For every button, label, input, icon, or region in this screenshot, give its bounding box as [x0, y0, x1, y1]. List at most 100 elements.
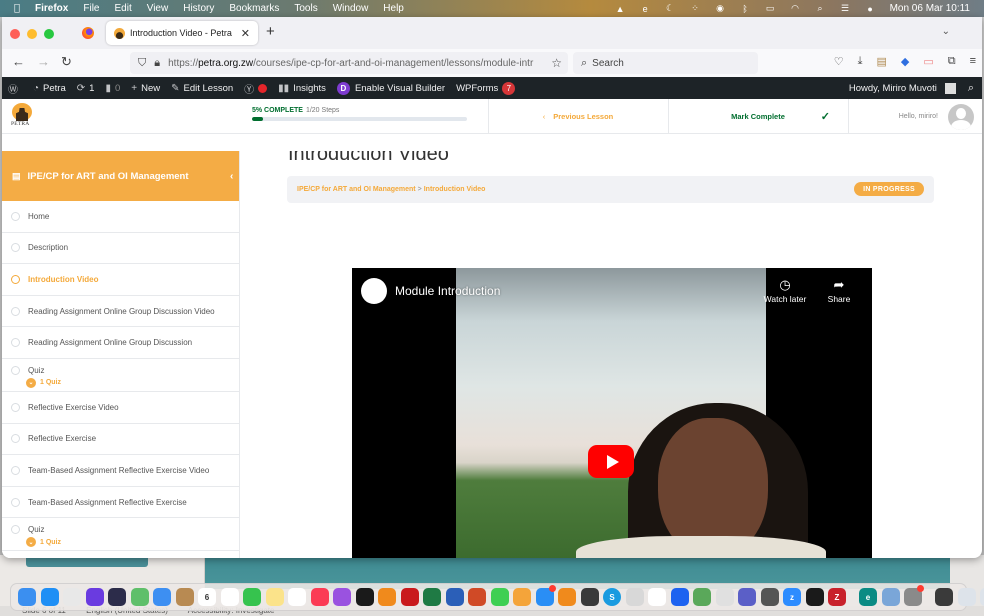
- menu-window[interactable]: Window: [333, 3, 369, 14]
- menu-edit[interactable]: Edit: [114, 3, 131, 14]
- dock-music-icon[interactable]: [310, 588, 329, 606]
- dock-font-book-icon[interactable]: [625, 588, 644, 606]
- dock-help-icon[interactable]: [715, 588, 734, 606]
- channel-avatar[interactable]: [361, 278, 387, 304]
- youtube-video-player[interactable]: Module Introduction ◷ Watch later ➦ Shar…: [352, 268, 872, 558]
- sidebar-lesson-item[interactable]: Team-Based Assignment Reflective Exercis…: [2, 487, 239, 519]
- sidebar-lesson-item[interactable]: Description: [2, 233, 239, 265]
- dock-terminal-icon[interactable]: [805, 588, 824, 606]
- sidebar-lesson-item[interactable]: Reading Assignment Online Group Discussi…: [2, 327, 239, 359]
- dock-numbers-icon[interactable]: [220, 588, 239, 606]
- edit-lesson-link[interactable]: ✎ Edit Lesson: [171, 83, 233, 94]
- spotlight-icon[interactable]: ⌕: [815, 3, 826, 14]
- extensions-puzzle-icon[interactable]: ⧉: [948, 55, 956, 68]
- pocket-icon[interactable]: ♡: [834, 55, 844, 68]
- enable-visual-builder-link[interactable]: D Enable Visual Builder: [336, 81, 445, 95]
- sidebar-lesson-item[interactable]: Team-Based Assignment Reflective Exercis…: [2, 455, 239, 487]
- wpforms-link[interactable]: WPForms 7: [456, 81, 516, 95]
- dock-reminders-icon[interactable]: [648, 588, 666, 606]
- course-title-header[interactable]: ▤ IPE/CP for ART and OI Management ‹: [2, 151, 239, 201]
- dock-books-icon[interactable]: [558, 588, 576, 606]
- dock-system-settings-icon[interactable]: [904, 585, 924, 606]
- dock-apple-tv-icon[interactable]: [355, 588, 374, 606]
- dock-calculator-icon[interactable]: [760, 588, 779, 606]
- sidebar-lesson-item[interactable]: Quiz ⌄ 1 Quiz: [2, 518, 239, 552]
- dock-firefox-icon[interactable]: [85, 588, 104, 606]
- minimize-window-button[interactable]: [27, 29, 37, 39]
- tab-introduction-video[interactable]: Introduction Video - Petra ✕: [106, 21, 258, 45]
- dock-excel-icon[interactable]: [423, 588, 441, 606]
- sidebar-lesson-item[interactable]: Introduction Video: [2, 264, 239, 296]
- search-input[interactable]: ⌕ Search: [573, 52, 758, 74]
- app-status-icon[interactable]: ◉: [715, 3, 726, 14]
- moon-icon[interactable]: ☾: [665, 3, 676, 14]
- admin-search-icon[interactable]: ⌕: [968, 82, 974, 95]
- dock-zotero-icon[interactable]: Z: [828, 588, 846, 606]
- dock-zoom-icon[interactable]: z: [783, 588, 801, 606]
- url-bar[interactable]: ⛉ 🔒︎ https://petra.org.zw/courses/ipe-cp…: [130, 52, 568, 74]
- dock-powerpoint-icon[interactable]: [468, 588, 486, 606]
- user-menu[interactable]: Hello, miriro!: [848, 99, 982, 134]
- list-tabs-chevron-icon[interactable]: ⌄: [942, 26, 950, 37]
- extension-pdf-icon[interactable]: ▭: [923, 55, 933, 68]
- quiz-count-toggle[interactable]: ⌄ 1 Quiz: [26, 377, 61, 388]
- extension-bird-icon[interactable]: ◆: [901, 55, 909, 68]
- extension-notes-icon[interactable]: ▤: [876, 55, 886, 68]
- dock-pages-icon[interactable]: [513, 588, 531, 606]
- video-title[interactable]: Module Introduction: [395, 284, 500, 298]
- share-button[interactable]: ➦ Share: [814, 277, 864, 304]
- sidebar-lesson-item[interactable]: Reflective Exercise Video: [2, 392, 239, 424]
- dock-messages-icon[interactable]: [490, 588, 509, 606]
- site-name-link[interactable]: ◔ Petra: [33, 83, 66, 94]
- collapse-sidebar-button[interactable]: ‹: [227, 167, 239, 185]
- insights-link[interactable]: ▮▮ Insights: [278, 83, 326, 94]
- comments-link[interactable]: ▮ 0: [105, 83, 120, 94]
- sidebar-lesson-item[interactable]: Reading Assignment Online Group Discussi…: [2, 296, 239, 328]
- downloads-icon[interactable]: ⤓: [858, 55, 863, 68]
- user-avatar[interactable]: [948, 103, 974, 130]
- menu-tools[interactable]: Tools: [294, 3, 317, 14]
- new-content-link[interactable]: + New: [131, 83, 160, 94]
- battery-icon[interactable]: ▭: [765, 3, 776, 14]
- maximize-window-button[interactable]: [44, 29, 54, 39]
- dock-skype-icon[interactable]: S: [603, 588, 621, 606]
- dock-safari-icon[interactable]: [40, 588, 59, 606]
- forward-button[interactable]: →: [37, 54, 50, 69]
- mark-complete-button[interactable]: Mark Complete ✓: [668, 99, 848, 134]
- dock-preview-icon[interactable]: [881, 588, 900, 606]
- dock-freeform-icon[interactable]: [288, 588, 306, 606]
- network-status-icon[interactable]: ⁘: [690, 3, 701, 14]
- close-tab-icon[interactable]: ✕: [241, 27, 250, 40]
- back-button[interactable]: ←: [12, 54, 25, 69]
- breadcrumb-lesson-link[interactable]: Introduction Video: [424, 186, 486, 193]
- dock-quicktime-icon[interactable]: [580, 588, 599, 606]
- yoast-seo-link[interactable]: Ⓨ: [244, 81, 268, 96]
- dock-teams-icon[interactable]: [738, 588, 756, 606]
- dock-word-icon[interactable]: [445, 588, 464, 606]
- dock-chrome-icon[interactable]: [63, 588, 81, 606]
- wordpress-logo-icon[interactable]: Ⓦ: [8, 81, 22, 96]
- tracking-protection-shield-icon[interactable]: ⛉: [138, 57, 146, 70]
- dock-window-1-icon[interactable]: [957, 588, 976, 606]
- control-center-icon[interactable]: ☰: [840, 3, 851, 14]
- dock-app-store-icon[interactable]: [535, 585, 556, 606]
- close-window-button[interactable]: [10, 29, 20, 39]
- menu-app-name[interactable]: Firefox: [35, 3, 68, 14]
- watch-later-button[interactable]: ◷ Watch later: [760, 277, 810, 304]
- dock-photo-booth-icon[interactable]: [935, 588, 953, 606]
- app-menu-icon[interactable]: ≡: [970, 55, 976, 68]
- dock-notes-icon[interactable]: [265, 588, 284, 606]
- drive-icon[interactable]: ▲: [615, 4, 626, 14]
- dock-calendar-icon[interactable]: 6: [198, 588, 216, 606]
- petra-logo[interactable]: PETRA: [11, 103, 33, 129]
- dock-siri-icon[interactable]: [108, 588, 126, 606]
- dock-mail-icon[interactable]: [153, 588, 171, 606]
- dock-vlc-icon[interactable]: [378, 588, 396, 606]
- dock-contacts-icon[interactable]: [175, 588, 194, 606]
- dock-maps-icon[interactable]: [130, 588, 149, 606]
- quiz-count-toggle[interactable]: ⌄ 1 Quiz: [26, 537, 61, 548]
- reload-button[interactable]: ↻: [61, 54, 72, 70]
- menu-file[interactable]: File: [83, 3, 99, 14]
- dock-podcasts-icon[interactable]: [333, 588, 351, 606]
- previous-lesson-button[interactable]: ‹ Previous Lesson: [488, 99, 668, 134]
